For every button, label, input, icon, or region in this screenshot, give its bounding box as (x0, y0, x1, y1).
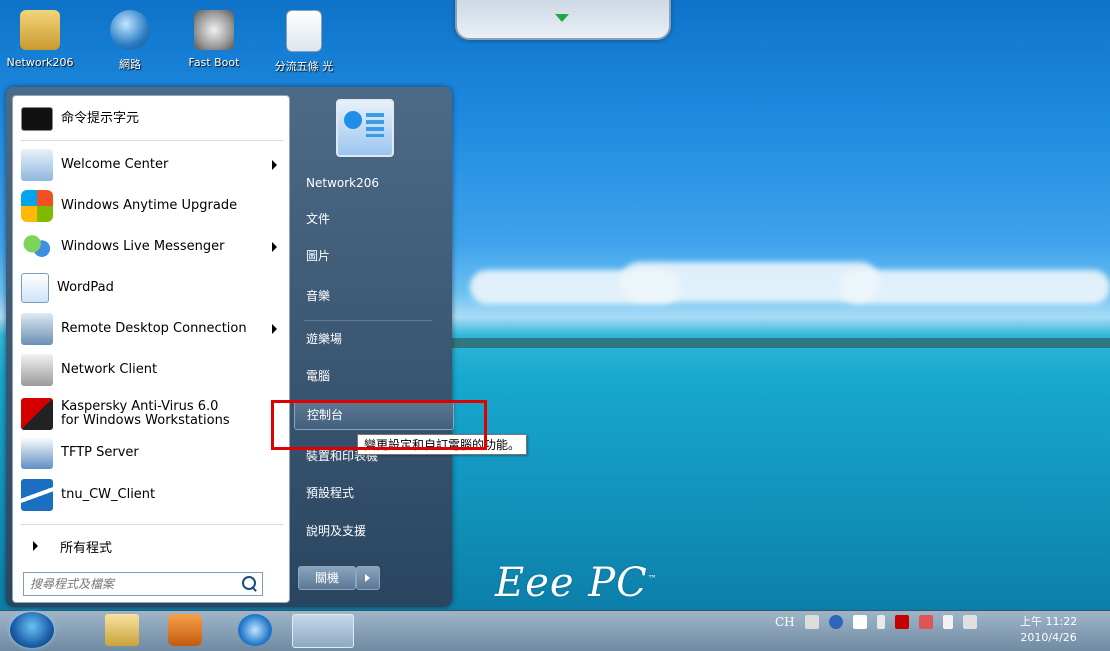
menu-item-label: Windows Live Messenger (61, 239, 225, 254)
menu-item-label: 命令提示字元 (61, 111, 140, 126)
menu-item-label: Remote Desktop Connection (61, 321, 247, 336)
all-programs-button[interactable]: 所有程式 (21, 534, 283, 558)
word-document-icon (286, 10, 322, 52)
places-item-label: 音樂 (306, 289, 331, 303)
menu-item-label: Network Client (61, 362, 158, 377)
shutdown-button[interactable]: 關機 (298, 566, 356, 590)
explorer-taskbar-icon[interactable] (105, 614, 139, 646)
places-item-label: 遊樂場 (306, 332, 343, 346)
menu-item-wordpad[interactable]: WordPad (21, 271, 283, 305)
desktop-icon-label: Fast Boot (188, 56, 240, 69)
menu-item-kaspersky[interactable]: Kaspersky Anti-Virus 6.0 for Windows Wor… (21, 394, 283, 434)
kaspersky-icon (21, 398, 53, 430)
search-box[interactable] (23, 572, 263, 596)
volume-muted-icon[interactable] (962, 615, 977, 629)
network-tray-icon[interactable] (852, 615, 867, 629)
messenger-icon (21, 231, 53, 263)
places-item-documents[interactable]: 文件 (294, 205, 452, 233)
user-folder-icon (20, 10, 60, 50)
start-menu: 命令提示字元 Welcome Center Windows Anytime Up… (6, 87, 454, 607)
desktop-icon-fastboot[interactable]: Fast Boot (178, 10, 250, 69)
menu-item-network-client[interactable]: Network Client (21, 353, 283, 387)
places-item-help-support[interactable]: 說明及支援 (294, 517, 452, 545)
menu-item-anytime-upgrade[interactable]: Windows Anytime Upgrade (21, 189, 283, 223)
menu-item-label: tnu_CW_Client (61, 487, 156, 502)
start-menu-places-pane: Network206 文件 圖片 音樂 遊樂場 電腦 控制台 裝置和印表機 預設… (292, 87, 454, 607)
tftp-server-icon (21, 437, 53, 469)
places-item-label: 說明及支援 (306, 524, 367, 538)
shutdown-label: 關機 (314, 571, 339, 585)
eee-pc-logo: Eee PC™ (495, 560, 658, 606)
welcome-center-icon (21, 149, 53, 181)
tnu-client-icon (21, 479, 53, 511)
places-item-default-programs[interactable]: 預設程式 (294, 479, 452, 507)
action-center-icon[interactable] (918, 615, 933, 629)
places-item-music[interactable]: 音樂 (294, 282, 452, 310)
fast-boot-icon (194, 10, 234, 50)
menu-item-tftp-server[interactable]: TFTP Server (21, 436, 283, 470)
start-button[interactable] (10, 612, 54, 648)
search-input[interactable] (28, 576, 232, 592)
places-item-games[interactable]: 遊樂場 (294, 325, 452, 353)
start-menu-programs-pane: 命令提示字元 Welcome Center Windows Anytime Up… (12, 95, 290, 603)
network-client-icon (21, 354, 53, 386)
places-item-pictures[interactable]: 圖片 (294, 242, 452, 270)
show-hidden-icons-icon[interactable] (876, 615, 885, 629)
menu-item-remote-desktop[interactable]: Remote Desktop Connection (21, 312, 283, 346)
menu-item-label: TFTP Server (61, 445, 139, 460)
messenger-taskbar-button[interactable] (292, 614, 354, 648)
wordpad-icon (21, 273, 49, 303)
shutdown-options-button[interactable] (356, 566, 380, 590)
clock-time: 上午 11:22 (1020, 615, 1078, 628)
highlight-box (271, 400, 487, 450)
user-picture-avatar[interactable] (336, 99, 394, 157)
internet-explorer-taskbar-icon[interactable] (238, 614, 272, 646)
desktop-icon-label: Network206 (6, 56, 74, 69)
remote-desktop-icon (21, 313, 53, 345)
clock-date: 2010/4/26 (1020, 631, 1077, 644)
places-item-computer[interactable]: 電腦 (294, 362, 452, 390)
clock[interactable]: 上午 11:22 2010/4/26 (1020, 614, 1077, 646)
gadget-tab[interactable] (455, 0, 671, 40)
places-item-label: 圖片 (306, 249, 331, 263)
menu-item-live-messenger[interactable]: Windows Live Messenger (21, 230, 283, 264)
windows-flag-icon (21, 190, 53, 222)
places-item-label: 文件 (306, 212, 331, 226)
expand-arrow-icon (555, 14, 569, 22)
menu-item-tnu-client[interactable]: tnu_CW_Client (21, 478, 283, 512)
submenu-arrow-icon[interactable] (272, 242, 277, 252)
places-item-user[interactable]: Network206 (294, 169, 452, 197)
menu-item-label: Welcome Center (61, 157, 169, 172)
all-programs-arrow-icon (33, 541, 38, 551)
network-globe-icon (110, 10, 150, 50)
search-icon[interactable] (242, 576, 256, 590)
menu-item-label: WordPad (57, 280, 114, 295)
brand-text: Eee PC (495, 560, 648, 606)
desktop-icon-user[interactable]: Network206 (4, 10, 76, 69)
media-player-taskbar-icon[interactable] (168, 614, 202, 646)
system-tray: CH (775, 615, 977, 629)
command-prompt-icon (21, 107, 53, 131)
desktop-icon-document[interactable]: 分流五條 光 (268, 10, 340, 74)
keyboard-icon[interactable] (804, 615, 819, 629)
desktop-icon-network[interactable]: 網路 (94, 10, 166, 72)
menu-item-label: Kaspersky Anti-Virus 6.0 for Windows Wor… (61, 399, 230, 428)
submenu-arrow-icon[interactable] (272, 324, 277, 334)
menu-item-cmd[interactable]: 命令提示字元 (21, 102, 283, 136)
desktop-icon-label: 分流五條 光 (274, 60, 334, 73)
menu-item-label: Windows Anytime Upgrade (61, 198, 238, 213)
desktop-icon-label: 網路 (119, 58, 141, 71)
places-item-label: 電腦 (306, 369, 331, 383)
submenu-arrow-icon[interactable] (272, 160, 277, 170)
menu-item-welcome-center[interactable]: Welcome Center (21, 148, 283, 182)
places-item-label: Network206 (306, 176, 380, 190)
help-icon[interactable] (828, 615, 843, 629)
all-programs-label: 所有程式 (60, 540, 113, 556)
battery-icon[interactable] (942, 615, 953, 629)
places-item-label: 預設程式 (306, 486, 355, 500)
language-indicator[interactable]: CH (775, 615, 795, 629)
kaspersky-tray-icon[interactable] (894, 615, 909, 629)
